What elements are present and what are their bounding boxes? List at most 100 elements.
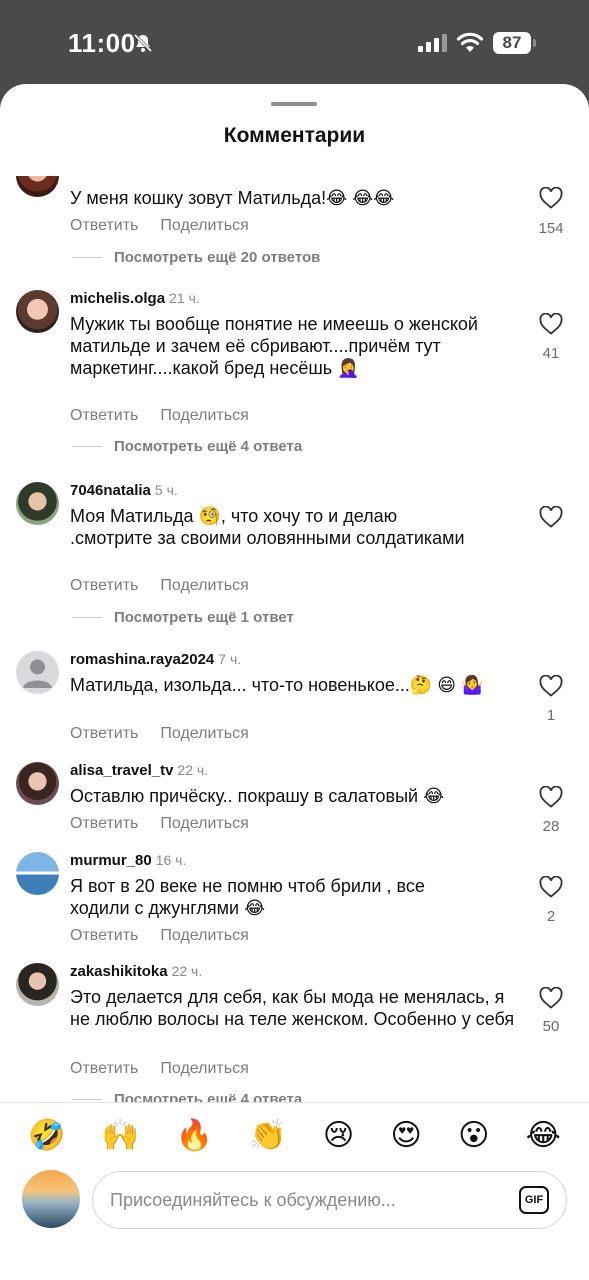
like-count: 41 [542,345,560,362]
wifi-icon [456,32,484,52]
emoji-fire[interactable]: 🔥 [176,1118,213,1153]
heart-icon[interactable] [539,187,563,209]
emoji-raised-hands[interactable]: 🙌 [102,1118,139,1153]
divider-line [72,257,102,258]
avatar[interactable] [16,651,59,694]
comment-actions: Ответить Поделиться [70,577,249,595]
comment-actions: Ответить Поделиться [70,815,249,833]
heart-icon[interactable] [539,876,563,898]
reply-button[interactable]: Ответить [70,407,138,425]
heart-icon[interactable] [539,675,563,697]
comment-text: Матильда, изольда... что-то новенькое...… [70,675,484,695]
comment-time: 22 ч. [171,963,203,979]
view-more-label: Посмотреть ещё 4 ответа [114,438,303,455]
comment-username[interactable]: romashina.raya2024 7 ч. [70,651,241,668]
comment-username[interactable]: michelis.olga 21 ч. [70,290,200,307]
comment-input[interactable]: Присоединяйтесь к обсуждению... [92,1171,567,1229]
comment-actions: Ответить Поделиться [70,927,249,945]
gif-button[interactable]: GIF [519,1186,549,1214]
emoji-joy[interactable]: 😂 [526,1118,561,1153]
reply-button[interactable]: Ответить [70,1060,138,1078]
heart-icon[interactable] [539,786,563,808]
emoji-cry[interactable]: 😢 [323,1118,354,1153]
view-more-label: Посмотреть ещё 20 ответов [114,249,321,266]
current-user-avatar [22,1170,80,1228]
battery-icon: 87 [493,32,531,54]
username-text[interactable]: michelis.olga [70,290,165,307]
share-button[interactable]: Поделиться [160,1060,248,1078]
view-more-label: Посмотреть ещё 1 ответ [114,609,294,626]
comment-composer: Присоединяйтесь к обсуждению... GIF [0,1168,589,1280]
comment-username[interactable]: 7046natalia 5 ч. [70,482,178,499]
comments-sheet: Комментарии У меня кошку зовут Матильда!… [0,84,589,1280]
comment-time: 5 ч. [154,482,178,498]
bell-slash-icon [133,33,153,53]
reply-button[interactable]: Ответить [70,725,138,743]
username-text[interactable]: alisa_travel_tv [70,762,173,779]
comment-actions: Ответить Поделиться [70,1060,249,1078]
avatar[interactable] [16,963,59,1006]
avatar[interactable] [16,852,59,895]
status-time: 11:00 [68,28,136,58]
status-bar: 11:00 87 [0,0,589,84]
like-count: 1 [546,707,556,724]
comment-text: У меня кошку зовут Матильда!😂 😂😂 [70,188,395,208]
comment-time: 7 ч. [218,651,242,667]
reply-button[interactable]: Ответить [70,927,138,945]
drag-handle[interactable] [271,102,317,106]
avatar[interactable] [16,176,59,197]
heart-icon[interactable] [539,506,563,528]
reply-button[interactable]: Ответить [70,577,138,595]
divider-line [72,617,102,618]
emoji-clap[interactable]: 👏 [249,1118,286,1153]
signal-icon [418,34,447,52]
comment-actions: Ответить Поделиться [70,725,249,743]
heart-icon[interactable] [539,313,563,335]
reply-button[interactable]: Ответить [70,815,138,833]
share-button[interactable]: Поделиться [160,725,248,743]
emoji-rofl[interactable]: 🤣 [28,1118,65,1153]
like-count: 154 [538,220,564,237]
share-button[interactable]: Поделиться [160,815,248,833]
reply-button[interactable]: Ответить [70,217,138,235]
username-text[interactable]: 7046natalia [70,482,151,499]
share-button[interactable]: Поделиться [160,577,248,595]
view-more-replies[interactable]: Посмотреть ещё 20 ответов [72,249,320,266]
username-text[interactable]: murmur_80 [70,852,152,869]
comments-list[interactable]: У меня кошку зовут Матильда!😂 😂😂 Ответит… [0,176,589,1102]
like-count: 50 [542,1018,560,1035]
share-button[interactable]: Поделиться [160,407,248,425]
comment-actions: Ответить Поделиться [70,217,249,235]
comment-text: Моя Матильда 🧐, что хочу то и делаю .смо… [70,506,465,548]
view-more-label: Посмотреть ещё 4 ответа [114,1091,303,1102]
heart-icon[interactable] [539,987,563,1009]
divider-line [72,1099,102,1100]
comment-actions: Ответить Поделиться [70,407,249,425]
emoji-surprised[interactable]: 😮 [458,1118,489,1153]
avatar[interactable] [16,762,59,805]
divider-line [72,446,102,447]
like-count: 2 [546,908,556,925]
like-count: 28 [542,818,560,835]
battery-tip [533,39,536,47]
username-text[interactable]: zakashikitoka [70,963,168,980]
comment-username[interactable]: alisa_travel_tv 22 ч. [70,762,208,779]
emoji-heart-eyes[interactable]: 😍 [391,1118,422,1153]
emoji-quick-bar: 🤣 🙌 🔥 👏 😢 😍 😮 😂 [0,1102,589,1168]
comment-time: 16 ч. [155,852,187,868]
username-text[interactable]: romashina.raya2024 [70,651,214,668]
comment-text: Мужик ты вообще понятие не имеешь о женс… [70,314,478,378]
sheet-title: Комментарии [223,124,366,147]
share-button[interactable]: Поделиться [160,217,248,235]
avatar[interactable] [16,482,59,525]
comment-text: Это делается для себя, как бы мода не ме… [70,987,515,1029]
default-user-icon [23,659,52,688]
comment-time: 21 ч. [169,290,200,306]
comment-username[interactable]: zakashikitoka 22 ч. [70,963,202,980]
comment-username[interactable]: murmur_80 16 ч. [70,852,186,869]
view-more-replies[interactable]: Посмотреть ещё 1 ответ [72,609,294,626]
view-more-replies[interactable]: Посмотреть ещё 4 ответа [72,1091,302,1102]
view-more-replies[interactable]: Посмотреть ещё 4 ответа [72,438,302,455]
share-button[interactable]: Поделиться [160,927,248,945]
avatar[interactable] [16,290,59,333]
